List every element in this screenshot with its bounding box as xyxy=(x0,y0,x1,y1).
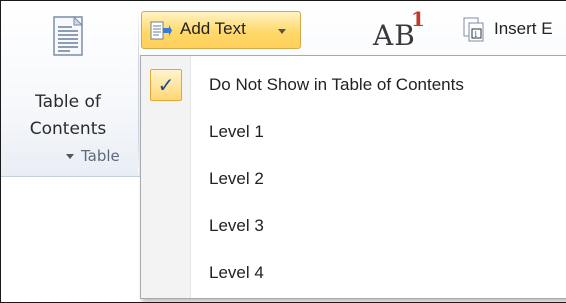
table-of-contents-icon xyxy=(53,15,84,56)
add-text-dropdown-menu: ✓ Do Not Show in Table of Contents Level… xyxy=(140,55,566,299)
insert-endnote-icon: i xyxy=(463,17,484,42)
menu-item-level-2[interactable]: Level 2 xyxy=(141,156,566,202)
checkmark-icon: ✓ xyxy=(150,69,182,101)
toc-label-line2: Contents xyxy=(29,119,107,139)
insert-endnote-button[interactable]: i Insert E xyxy=(456,15,566,45)
toc-label-line1: Table of xyxy=(35,92,101,112)
add-text-icon xyxy=(150,21,172,40)
menu-item-level-3[interactable]: Level 3 xyxy=(141,203,566,249)
group-separator xyxy=(138,7,139,173)
add-text-label: Add Text xyxy=(180,19,246,38)
group-label: Table xyxy=(81,147,120,165)
footnote-glyph-text: AB xyxy=(373,19,416,52)
menu-item-label: Level 1 xyxy=(209,122,264,141)
menu-item-level-4[interactable]: Level 4 xyxy=(141,250,566,296)
footnote-superscript: 1 xyxy=(411,7,426,31)
menu-item-label: Level 2 xyxy=(209,169,264,188)
menu-item-level-1[interactable]: Level 1 xyxy=(141,109,566,155)
insert-footnote-icon[interactable]: AB 1 xyxy=(373,7,425,52)
chevron-down-icon xyxy=(66,153,74,159)
menu-item-label: Do Not Show in Table of Contents xyxy=(209,75,464,94)
svg-text:i: i xyxy=(475,30,478,39)
menu-item-do-not-show[interactable]: ✓ Do Not Show in Table of Contents xyxy=(141,62,566,108)
menu-item-label: Level 4 xyxy=(209,263,264,282)
insert-endnote-label: Insert E xyxy=(494,19,553,38)
add-text-button[interactable]: Add Text xyxy=(141,11,301,49)
table-of-contents-button[interactable]: Table of Contents xyxy=(15,13,133,159)
menu-item-label: Level 3 xyxy=(209,216,264,235)
window-frame: Table of Contents Table Add Text AB 1 i … xyxy=(0,0,566,303)
table-of-contents-group: Table of Contents Table xyxy=(1,1,141,177)
chevron-down-icon xyxy=(278,29,286,34)
